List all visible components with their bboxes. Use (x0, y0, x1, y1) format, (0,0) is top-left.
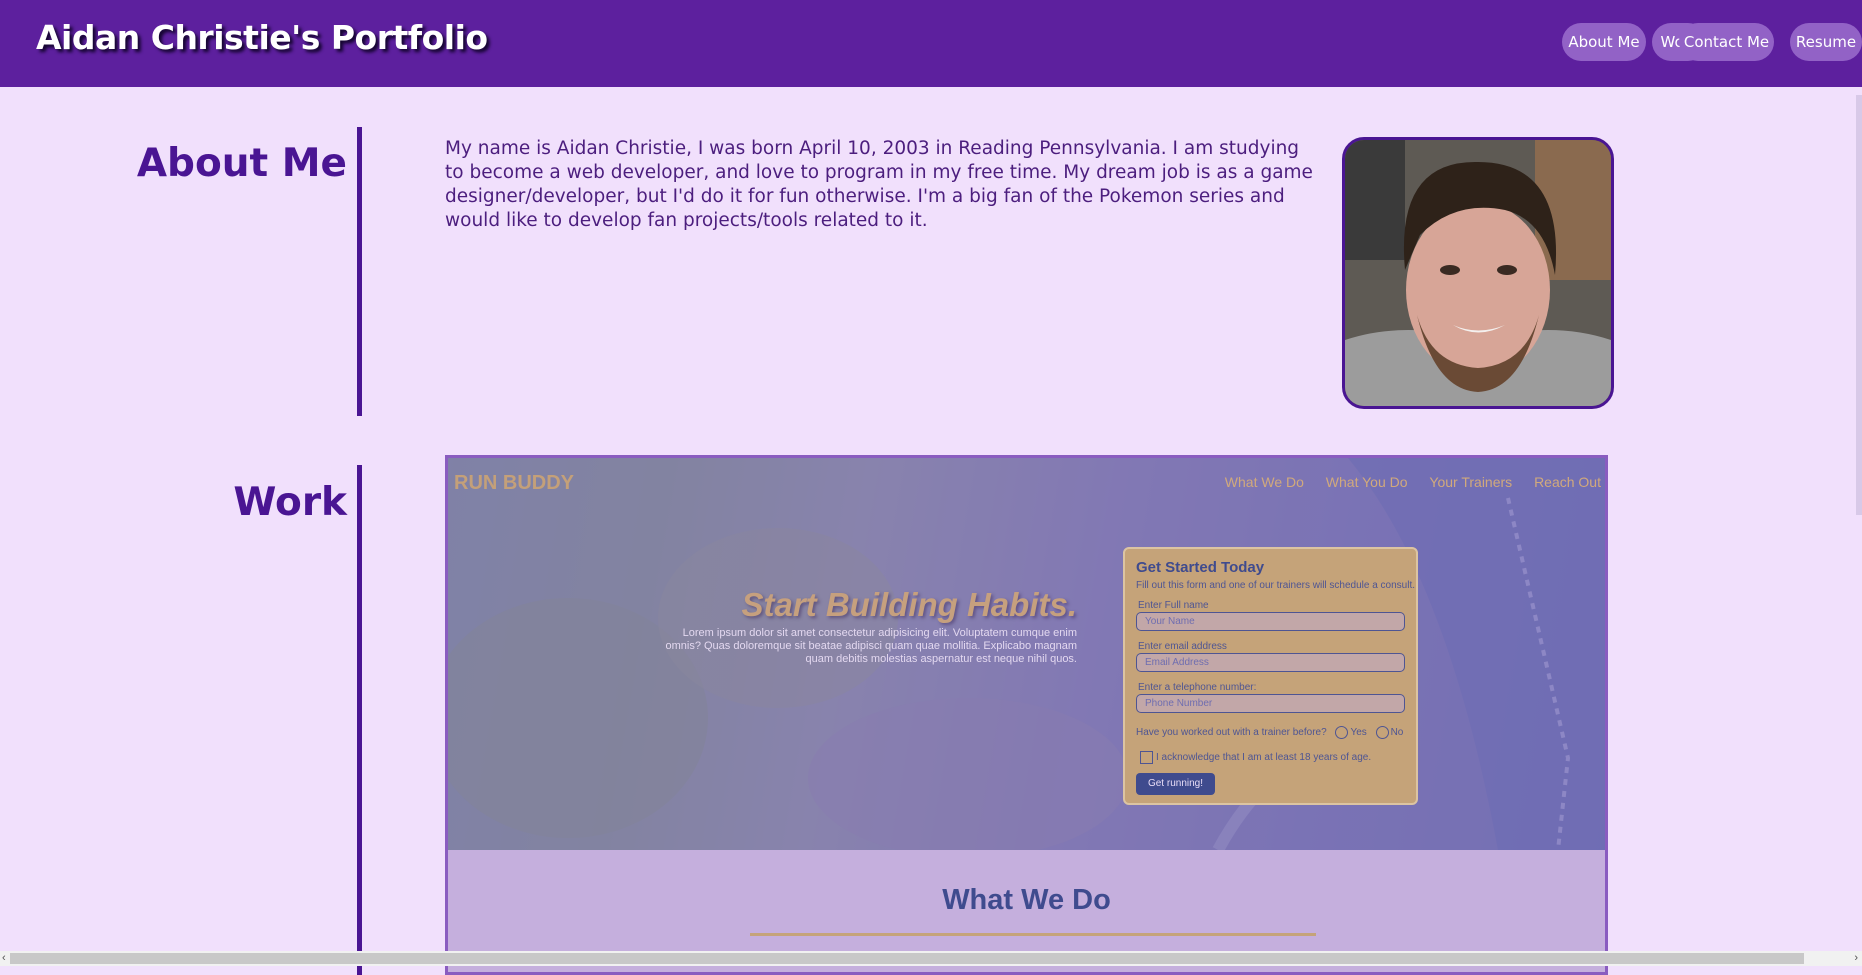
no-label: No (1390, 727, 1404, 739)
age-acknowledge: I acknowledge that I am at least 18 year… (1140, 751, 1371, 764)
profile-photo-image (1345, 140, 1611, 406)
rb-nav-your-trainers[interactable]: Your Trainers (1429, 474, 1512, 490)
site-title: Aidan Christie's Portfolio (36, 18, 488, 57)
hero-text: Lorem ipsum dolor sit amet consectetur a… (665, 627, 1077, 665)
profile-photo (1342, 137, 1614, 409)
email-label: Enter email address (1138, 641, 1227, 652)
run-buddy-logo[interactable]: RUN BUDDY (454, 472, 574, 495)
scroll-right-icon[interactable]: › (1854, 951, 1858, 966)
yes-radio[interactable] (1335, 726, 1349, 739)
email-input[interactable]: Email Address (1136, 653, 1405, 672)
trainer-question: Have you worked out with a trainer befor… (1136, 726, 1403, 739)
section-divider (750, 933, 1316, 936)
project-hero: RUN BUDDY What We Do What You Do Your Tr… (448, 458, 1605, 850)
name-label: Enter Full name (1138, 600, 1209, 611)
phone-input[interactable]: Phone Number (1136, 694, 1405, 713)
vertical-scrollbar[interactable] (1856, 95, 1862, 515)
phone-label: Enter a telephone number: (1138, 682, 1257, 693)
signup-form: Get Started Today Fill out this form and… (1123, 547, 1418, 805)
age-checkbox[interactable] (1140, 751, 1153, 764)
run-buddy-nav: What We Do What You Do Your Trainers Rea… (1207, 474, 1601, 490)
no-radio[interactable] (1375, 726, 1389, 739)
work-heading: Work (233, 480, 347, 525)
nav-contact-me[interactable]: Contact Me (1679, 23, 1774, 61)
about-divider (357, 127, 362, 416)
about-text: My name is Aidan Christie, I was born Ap… (445, 138, 1313, 231)
nav-about-me[interactable]: About Me (1562, 23, 1646, 61)
form-subtitle: Fill out this form and one of our traine… (1136, 580, 1416, 591)
nav-resume[interactable]: Resume (1790, 23, 1862, 61)
what-we-do-title: What We Do (942, 884, 1111, 916)
rb-nav-what-we-do[interactable]: What We Do (1225, 474, 1304, 490)
rb-nav-reach-out[interactable]: Reach Out (1534, 474, 1601, 490)
hero-title: Start Building Habits. (741, 586, 1077, 623)
yes-label: Yes (1350, 727, 1367, 739)
horizontal-scrollbar[interactable]: ‹ › (0, 951, 1862, 966)
scroll-left-icon[interactable]: ‹ (2, 951, 6, 966)
age-acknowledge-text: I acknowledge that I am at least 18 year… (1156, 752, 1372, 764)
name-input[interactable]: Your Name (1136, 612, 1405, 631)
form-title: Get Started Today (1136, 559, 1265, 576)
work-project-preview[interactable]: RUN BUDDY What We Do What You Do Your Tr… (445, 455, 1608, 975)
work-divider (357, 465, 362, 975)
rb-nav-what-you-do[interactable]: What You Do (1326, 474, 1408, 490)
site-header: Aidan Christie's Portfolio About Me Work… (0, 0, 1862, 87)
horizontal-scrollbar-thumb[interactable] (10, 953, 1804, 964)
get-running-button[interactable]: Get running! (1136, 773, 1215, 795)
about-heading: About Me (136, 141, 347, 186)
trainer-question-text: Have you worked out with a trainer befor… (1136, 727, 1327, 739)
